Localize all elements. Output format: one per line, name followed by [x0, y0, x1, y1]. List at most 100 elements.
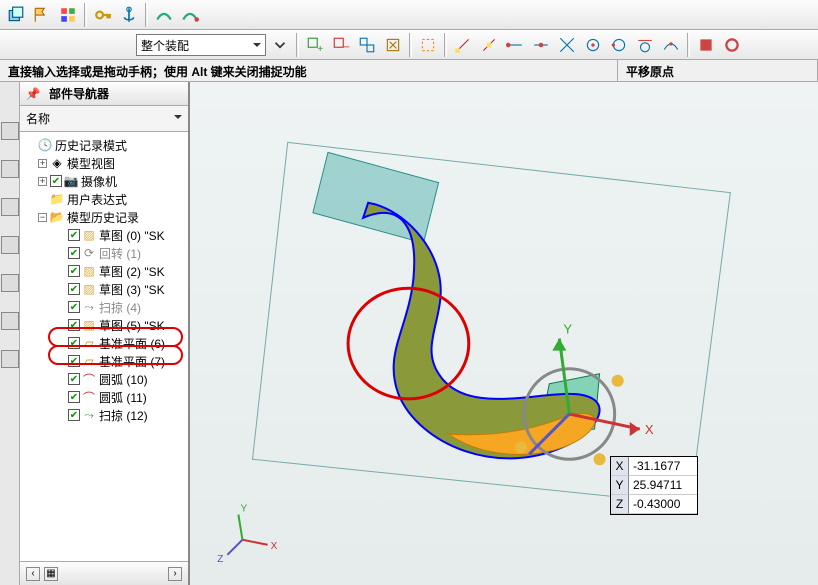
side-icon-1[interactable]: [1, 122, 19, 140]
folder-icon: 📁: [50, 192, 64, 206]
checkbox[interactable]: ✔: [68, 247, 80, 259]
snap-multi-icon[interactable]: [355, 33, 379, 57]
panel-title: 部件导航器: [49, 85, 109, 102]
expand-icon[interactable]: +: [38, 177, 47, 186]
tree-sketch-3[interactable]: ✔▨草图 (3) "SK: [24, 280, 188, 298]
clock-icon: 🕓: [38, 138, 52, 152]
revolve-icon: ⟳: [82, 246, 96, 260]
tree-revolve-1[interactable]: ✔⟳回转 (1): [24, 244, 188, 262]
folder-open-icon: 📂: [50, 210, 64, 224]
snap-x-icon[interactable]: [381, 33, 405, 57]
checkbox[interactable]: ✔: [68, 355, 80, 367]
checkbox[interactable]: ✔: [68, 391, 80, 403]
snap-int-icon[interactable]: [555, 33, 579, 57]
assembly-dropdown[interactable]: 整个装配: [136, 34, 266, 56]
snap-curve-icon[interactable]: [659, 33, 683, 57]
panel-column-header[interactable]: 名称: [20, 106, 188, 132]
svg-text:X: X: [271, 541, 278, 552]
side-icon-5[interactable]: [1, 274, 19, 292]
tree-sketch-0[interactable]: ✔▨草图 (0) "SK: [24, 226, 188, 244]
coord-x-label: X: [611, 457, 629, 476]
coord-y-value[interactable]: 25.94711: [629, 476, 697, 495]
coord-z-value[interactable]: -0.43000: [629, 495, 697, 514]
toolbar-row-2: 整个装配 + −: [0, 30, 818, 60]
tree-sweep-12[interactable]: ✔⤳扫掠 (12): [24, 406, 188, 424]
checkbox[interactable]: ✔: [68, 229, 80, 241]
arc-icon: ⌒: [82, 390, 96, 404]
tree-history-mode[interactable]: 🕓历史记录模式: [24, 136, 188, 154]
assembly-dropdown-label: 整个装配: [141, 39, 189, 53]
sketch-icon: ▨: [82, 264, 96, 278]
camera-icon: 📷: [64, 174, 78, 188]
checkbox[interactable]: ✔: [68, 319, 80, 331]
tool-color-icon[interactable]: [56, 3, 80, 27]
view-circle-icon[interactable]: [720, 33, 744, 57]
column-name: 名称: [26, 112, 50, 126]
snap-ctr-icon[interactable]: [581, 33, 605, 57]
checkbox[interactable]: ✔: [68, 265, 80, 277]
tool-key-icon[interactable]: [91, 3, 115, 27]
tool-sweep1-icon[interactable]: [152, 3, 176, 27]
checkbox[interactable]: ✔: [68, 301, 80, 313]
tool-cube-icon[interactable]: [4, 3, 28, 27]
nav-prev-icon[interactable]: ‹: [26, 567, 40, 581]
sweep-icon: ⤳: [82, 300, 96, 314]
tree-cameras[interactable]: +✔📷摄像机: [24, 172, 188, 190]
arc-icon: ⌒: [82, 372, 96, 386]
collapse-icon[interactable]: −: [38, 213, 47, 222]
tree-model-views[interactable]: +◈模型视图: [24, 154, 188, 172]
svg-text:Y: Y: [563, 322, 572, 337]
panel-header: 📌 部件导航器: [20, 82, 188, 106]
status-right-text: 平移原点: [618, 60, 818, 81]
snap-del-icon[interactable]: −: [329, 33, 353, 57]
snap-pt2-icon[interactable]: [477, 33, 501, 57]
svg-text:+: +: [317, 43, 323, 53]
cube-icon: ◈: [50, 156, 64, 170]
tree-user-expr[interactable]: 📁用户表达式: [24, 190, 188, 208]
tree-datum-plane-6[interactable]: ✔▱基准平面 (6): [24, 334, 188, 352]
snap-end-icon[interactable]: [503, 33, 527, 57]
expand-icon[interactable]: +: [38, 159, 47, 168]
checkbox[interactable]: ✔: [68, 337, 80, 349]
side-icon-4[interactable]: [1, 236, 19, 254]
view-red-icon[interactable]: [694, 33, 718, 57]
sketch-icon: ▨: [82, 282, 96, 296]
plane-icon: ▱: [82, 336, 96, 350]
coord-x-value[interactable]: -31.1677: [629, 457, 697, 476]
tree-arc-11[interactable]: ✔⌒圆弧 (11): [24, 388, 188, 406]
tool-flag-icon[interactable]: [30, 3, 54, 27]
svg-text:X: X: [645, 422, 654, 437]
checkbox[interactable]: ✔: [68, 283, 80, 295]
snap-tan-icon[interactable]: [633, 33, 657, 57]
sketch-icon: ▨: [82, 318, 96, 332]
pin-icon[interactable]: 📌: [26, 87, 40, 101]
side-icon-2[interactable]: [1, 160, 19, 178]
tree-sketch-2[interactable]: ✔▨草图 (2) "SK: [24, 262, 188, 280]
tree-arc-10[interactable]: ✔⌒圆弧 (10): [24, 370, 188, 388]
checkbox[interactable]: ✔: [50, 175, 62, 187]
side-icon-7[interactable]: [1, 350, 19, 368]
tree-model-history[interactable]: −📂模型历史记录: [24, 208, 188, 226]
snap-quad-icon[interactable]: [607, 33, 631, 57]
viewport-3d[interactable]: X Y X Y Z X-31.1677 Y25.94711 Z-0.43000: [190, 82, 818, 585]
sel-rect-icon[interactable]: [416, 33, 440, 57]
nav-grid-icon[interactable]: ▦: [44, 567, 58, 581]
tree-sweep-4[interactable]: ✔⤳扫掠 (4): [24, 298, 188, 316]
snap-pt1-icon[interactable]: [451, 33, 475, 57]
tool-anchor-icon[interactable]: [117, 3, 141, 27]
coordinate-readout: X-31.1677 Y25.94711 Z-0.43000: [610, 456, 698, 515]
checkbox[interactable]: ✔: [68, 373, 80, 385]
status-bar: 直接输入选择或是拖动手柄；使用 Alt 键来关闭捕捉功能 平移原点: [0, 60, 818, 82]
tree-sketch-5[interactable]: ✔▨草图 (5) "SK: [24, 316, 188, 334]
side-icon-3[interactable]: [1, 198, 19, 216]
snap-add-icon[interactable]: +: [303, 33, 327, 57]
nav-next-icon[interactable]: ›: [168, 567, 182, 581]
navigator-tree[interactable]: 🕓历史记录模式 +◈模型视图 +✔📷摄像机 📁用户表达式 −📂模型历史记录 ✔▨…: [20, 132, 188, 561]
side-icon-6[interactable]: [1, 312, 19, 330]
tree-datum-plane-7[interactable]: ✔▱基准平面 (7): [24, 352, 188, 370]
tool-sweep2-icon[interactable]: [178, 3, 202, 27]
panel-footer: ‹ ▦ ›: [20, 561, 188, 585]
dd-arrow-icon[interactable]: [268, 33, 292, 57]
checkbox[interactable]: ✔: [68, 409, 80, 421]
snap-mid-icon[interactable]: [529, 33, 553, 57]
